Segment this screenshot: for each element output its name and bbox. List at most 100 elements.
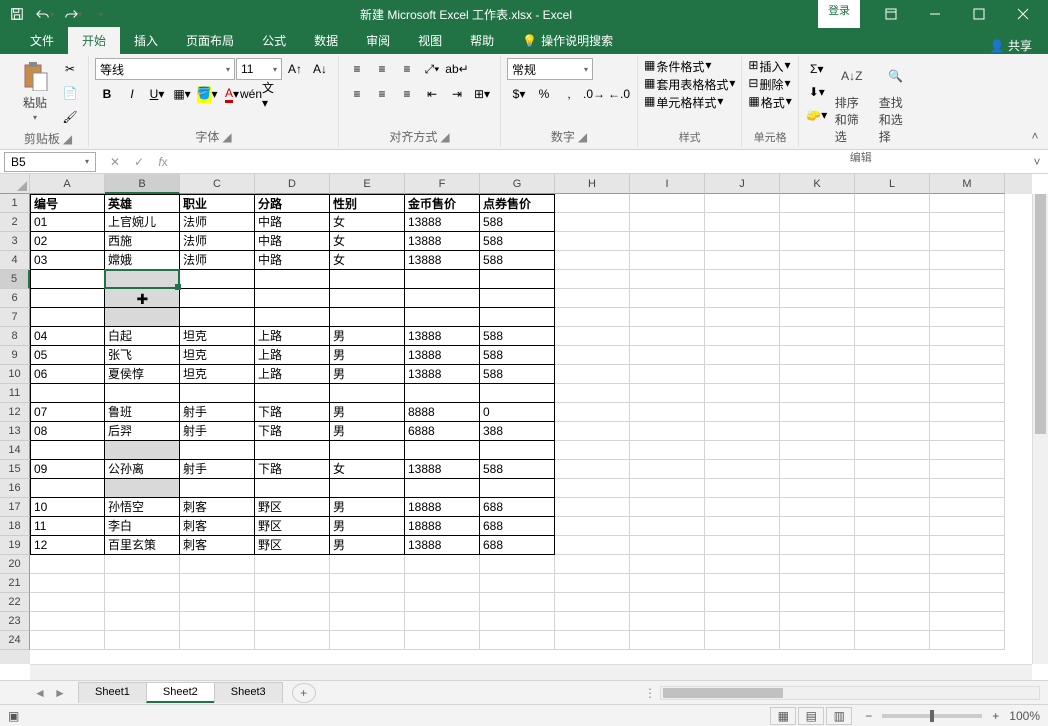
cell[interactable]: 11	[30, 517, 105, 536]
cell[interactable]	[405, 479, 480, 498]
tab-split-icon[interactable]: ⋮	[640, 686, 660, 700]
cell[interactable]	[630, 213, 705, 232]
cell[interactable]: 12	[30, 536, 105, 555]
cell[interactable]	[405, 270, 480, 289]
cell[interactable]: 13888	[405, 346, 480, 365]
cell[interactable]	[555, 346, 630, 365]
cell-styles-button[interactable]: ▦ 单元格样式 ▾	[644, 94, 723, 111]
italic-icon[interactable]: I	[120, 83, 144, 105]
cell[interactable]	[180, 574, 255, 593]
tell-me-search[interactable]: 💡操作说明搜索	[508, 27, 627, 54]
cell[interactable]	[705, 479, 780, 498]
dialog-launcher-icon[interactable]: ◢	[63, 132, 72, 146]
cell[interactable]	[930, 555, 1005, 574]
cell[interactable]	[30, 574, 105, 593]
cell[interactable]	[480, 612, 555, 631]
row-headers[interactable]: 123456789101112131415161718192021222324	[0, 194, 30, 664]
cell[interactable]	[105, 612, 180, 631]
cell[interactable]: 野区	[255, 517, 330, 536]
borders-icon[interactable]: ▦▾	[170, 83, 194, 105]
cell[interactable]: 女	[330, 251, 405, 270]
cell[interactable]	[930, 422, 1005, 441]
cell[interactable]: 法师	[180, 251, 255, 270]
cell[interactable]: 男	[330, 327, 405, 346]
cell[interactable]	[780, 498, 855, 517]
cell[interactable]	[630, 384, 705, 403]
cell[interactable]: 坦克	[180, 327, 255, 346]
underline-icon[interactable]: U▾	[145, 83, 169, 105]
cell[interactable]	[555, 441, 630, 460]
cell[interactable]	[180, 289, 255, 308]
cell[interactable]	[705, 327, 780, 346]
cell[interactable]	[780, 213, 855, 232]
zoom-level[interactable]: 100%	[1009, 709, 1040, 723]
column-header[interactable]: C	[180, 174, 255, 194]
cell[interactable]	[705, 403, 780, 422]
cell[interactable]	[705, 498, 780, 517]
cell[interactable]: 06	[30, 365, 105, 384]
cell[interactable]	[780, 612, 855, 631]
cell[interactable]	[30, 270, 105, 289]
cell[interactable]	[930, 612, 1005, 631]
cell[interactable]	[405, 555, 480, 574]
cell[interactable]	[405, 631, 480, 650]
indent-right-icon[interactable]: ⇥	[445, 83, 469, 105]
cell[interactable]	[105, 555, 180, 574]
cell[interactable]	[930, 441, 1005, 460]
cell[interactable]: 下路	[255, 403, 330, 422]
cell[interactable]	[780, 365, 855, 384]
cell[interactable]: 13888	[405, 213, 480, 232]
cell[interactable]	[405, 308, 480, 327]
cell[interactable]	[255, 574, 330, 593]
cell[interactable]: 女	[330, 232, 405, 251]
maximize-icon[interactable]	[958, 0, 1000, 28]
cell[interactable]: 职业	[180, 194, 255, 213]
cell[interactable]	[255, 555, 330, 574]
redo-icon[interactable]: ▾	[60, 2, 86, 26]
row-header[interactable]: 22	[0, 593, 30, 612]
cell[interactable]	[705, 441, 780, 460]
wrap-text-icon[interactable]: ab↵	[445, 58, 469, 80]
cell[interactable]	[780, 517, 855, 536]
close-icon[interactable]	[1002, 0, 1044, 28]
row-header[interactable]: 4	[0, 251, 30, 270]
cell[interactable]	[705, 346, 780, 365]
cell[interactable]	[780, 308, 855, 327]
row-header[interactable]: 17	[0, 498, 30, 517]
cell[interactable]	[855, 327, 930, 346]
indent-left-icon[interactable]: ⇤	[420, 83, 444, 105]
enter-icon[interactable]: ✓	[128, 152, 150, 172]
cell[interactable]: 嫦娥	[105, 251, 180, 270]
cell[interactable]	[780, 346, 855, 365]
row-header[interactable]: 20	[0, 555, 30, 574]
cell[interactable]	[480, 631, 555, 650]
cell[interactable]	[780, 479, 855, 498]
cell[interactable]: 法师	[180, 213, 255, 232]
cell[interactable]: 女	[330, 460, 405, 479]
row-header[interactable]: 7	[0, 308, 30, 327]
cell[interactable]	[180, 308, 255, 327]
cell[interactable]	[330, 574, 405, 593]
number-format-select[interactable]: 常规▾	[507, 58, 593, 80]
cell[interactable]: 下路	[255, 460, 330, 479]
cell[interactable]: 夏侯惇	[105, 365, 180, 384]
cell[interactable]	[180, 479, 255, 498]
cell[interactable]	[30, 289, 105, 308]
delete-cells-button[interactable]: ⊟ 删除 ▾	[748, 76, 790, 93]
cell[interactable]: 0	[480, 403, 555, 422]
cell[interactable]: 女	[330, 213, 405, 232]
cell[interactable]	[30, 612, 105, 631]
cell[interactable]	[930, 289, 1005, 308]
phonetic-icon[interactable]: wén文▾	[245, 83, 269, 105]
cell[interactable]: 588	[480, 365, 555, 384]
cell[interactable]	[780, 422, 855, 441]
dialog-launcher-icon[interactable]: ◢	[222, 130, 231, 144]
cell[interactable]	[930, 270, 1005, 289]
column-header[interactable]: E	[330, 174, 405, 194]
cell[interactable]: 张飞	[105, 346, 180, 365]
cell[interactable]	[630, 403, 705, 422]
align-center-icon[interactable]: ≡	[370, 83, 394, 105]
zoom-slider[interactable]	[882, 714, 982, 718]
cell[interactable]	[255, 441, 330, 460]
tab-view[interactable]: 视图	[404, 27, 456, 54]
